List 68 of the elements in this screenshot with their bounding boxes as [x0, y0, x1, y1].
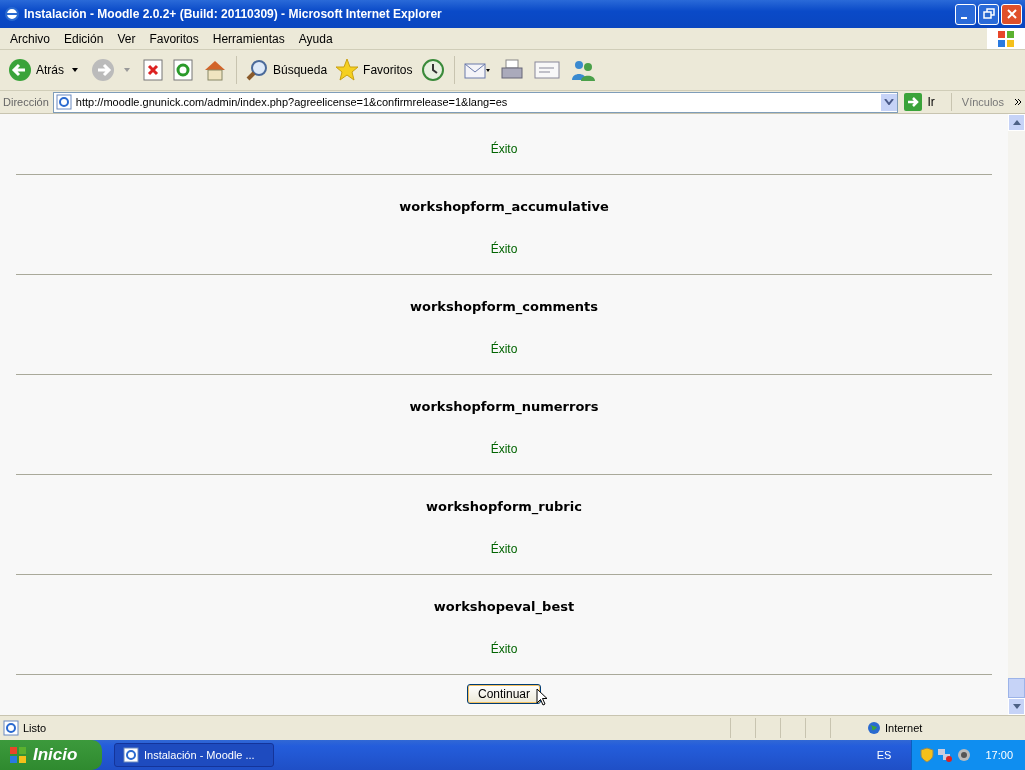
dropdown-button[interactable]: [881, 93, 898, 111]
history-icon[interactable]: [421, 58, 446, 82]
menu-item[interactable]: Ver: [110, 31, 143, 46]
close-icon: [1005, 8, 1018, 20]
globe-icon: [867, 721, 881, 735]
status-text: Éxito: [489, 141, 519, 157]
search-button[interactable]: Búsqueda: [243, 58, 330, 82]
links-button[interactable]: Vínculos: [955, 96, 1004, 108]
people-icon[interactable]: [570, 58, 597, 82]
forward-icon[interactable]: [91, 58, 115, 82]
address-label: Dirección: [3, 96, 49, 108]
continue-button[interactable]: Continuar: [467, 684, 541, 704]
scrollbar[interactable]: [1008, 114, 1025, 715]
status-text: Éxito: [489, 441, 519, 457]
page-icon: [55, 94, 72, 110]
plugin-name: workshopeval_best: [432, 599, 576, 615]
browser-icon: [123, 747, 139, 763]
menu-item[interactable]: Herramientas: [205, 31, 292, 46]
stop-icon[interactable]: [143, 59, 163, 81]
back-button[interactable]: Atrás: [6, 58, 66, 82]
restore-icon: [982, 8, 995, 20]
network-icon[interactable]: [937, 747, 954, 763]
status-text: Éxito: [489, 241, 519, 257]
go-arrow-icon: [904, 93, 923, 111]
plugin-name: workshopform_numerrors: [408, 399, 600, 415]
shield-icon[interactable]: [920, 747, 935, 763]
windows-logo-icon: [8, 745, 28, 765]
search-icon: [245, 58, 269, 82]
start-button[interactable]: Inicio: [0, 740, 102, 770]
home-icon[interactable]: [203, 58, 227, 82]
restore-button[interactable]: [978, 3, 999, 25]
menu-item[interactable]: Edición: [57, 31, 111, 46]
windows-logo-icon: [987, 28, 1025, 49]
status-text: Éxito: [489, 541, 519, 557]
language-indicator[interactable]: ES: [876, 749, 892, 761]
down-arrow-icon: [1012, 704, 1021, 709]
taskbar-button[interactable]: Instalación - Moodle ...: [114, 743, 274, 767]
caret-icon: [884, 99, 895, 105]
cursor-icon: [536, 688, 548, 706]
refresh-icon[interactable]: [173, 59, 193, 81]
browser-icon: [4, 6, 20, 22]
menu-item[interactable]: Ayuda: [291, 31, 340, 46]
clock: 17:00: [985, 749, 1013, 761]
scroll-down-button[interactable]: [1008, 698, 1025, 715]
page-icon: [3, 720, 19, 736]
address-field[interactable]: http://moodle.gnunick.com/admin/index.php?agreelicense=1&confirmrelease=1&lang=es: [52, 91, 899, 113]
caret-icon[interactable]: [72, 68, 78, 72]
minimize-icon: [960, 17, 967, 19]
minimize-button[interactable]: [955, 3, 976, 25]
plugin-name: workshopform_comments: [409, 299, 599, 315]
window-title: Instalación - Moodle 2.0.2+ (Build: 20110309) - Microsoft Internet Explorer: [24, 7, 443, 21]
menu-item[interactable]: Archivo: [3, 31, 57, 46]
star-icon: [335, 58, 360, 82]
zone-label: Internet: [885, 722, 924, 734]
plugin-name: workshopform_rubric: [425, 499, 583, 515]
favorites-button[interactable]: Favoritos: [333, 58, 415, 82]
speaker-icon[interactable]: [956, 747, 973, 763]
up-arrow-icon: [1012, 120, 1021, 125]
status-text: Éxito: [489, 641, 519, 657]
printer-icon[interactable]: [500, 58, 525, 82]
go-button[interactable]: Ir: [902, 93, 952, 111]
status-text: Listo: [23, 722, 48, 734]
scroll-thumb[interactable]: [1008, 678, 1025, 698]
close-button[interactable]: [1001, 3, 1022, 25]
scroll-up-button[interactable]: [1008, 114, 1025, 131]
menu-item[interactable]: Favoritos: [142, 31, 206, 46]
plugin-name: workshopform_accumulative: [398, 199, 610, 215]
status-text: Éxito: [489, 341, 519, 357]
